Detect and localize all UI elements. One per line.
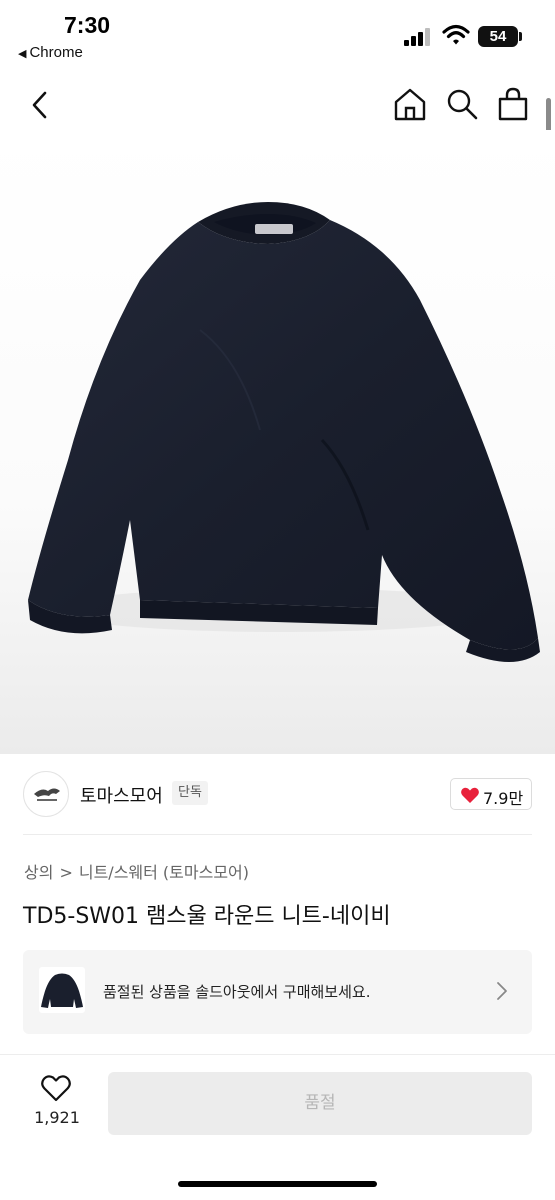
battery-icon: 54 <box>478 26 518 47</box>
brand-row: 토마스모어 단독 7.9만 <box>0 768 555 824</box>
heart-filled-icon <box>461 787 479 803</box>
sweater-thumbnail-image <box>41 973 83 1008</box>
status-bar: 7:30 ◀ Chrome 54 <box>0 0 555 72</box>
cellular-signal-icon <box>404 26 434 46</box>
sweater-illustration <box>28 202 540 662</box>
battery-tip <box>519 32 522 41</box>
soldout-buy-button[interactable]: 품절 <box>108 1072 532 1135</box>
search-icon[interactable] <box>444 86 480 122</box>
breadcrumb-subcategory[interactable]: 니트/스웨터 (토마스모어) <box>79 863 249 882</box>
soldout-banner[interactable]: 품절된 상품을 솔드아웃에서 구매해보세요. <box>23 950 532 1034</box>
chevron-left-icon[interactable] <box>26 88 56 122</box>
back-app-label: Chrome <box>29 44 83 61</box>
exclusive-badge: 단독 <box>172 781 208 805</box>
brand-logo[interactable] <box>23 771 69 817</box>
soldout-banner-text: 품절된 상품을 솔드아웃에서 구매해보세요. <box>103 983 371 1001</box>
wifi-icon <box>442 24 470 45</box>
home-icon[interactable] <box>392 86 428 122</box>
section-divider <box>23 834 532 835</box>
brand-logo-mark <box>34 788 60 801</box>
shopping-bag-icon[interactable] <box>496 86 530 122</box>
product-image[interactable] <box>0 130 555 754</box>
bottom-bar-divider <box>0 1054 555 1055</box>
brand-like-count: 7.9만 <box>483 789 524 808</box>
heart-outline-icon <box>41 1075 71 1102</box>
wishlist-button[interactable]: 1,921 <box>26 1072 88 1136</box>
back-to-app-link[interactable]: ◀ Chrome <box>18 44 83 61</box>
brand-name[interactable]: 토마스모어 <box>80 782 163 808</box>
chevron-right-icon <box>497 982 507 1000</box>
top-nav-bar <box>0 80 555 130</box>
soldout-thumbnail <box>39 967 85 1013</box>
product-title: TD5-SW01 램스울 라운드 니트-네이비 <box>23 904 391 929</box>
brand-like-button[interactable]: 7.9만 <box>450 778 532 810</box>
status-time: 7:30 <box>64 12 111 38</box>
home-indicator[interactable] <box>178 1181 377 1187</box>
wishlist-count: 1,921 <box>34 1108 80 1127</box>
breadcrumb-category[interactable]: 상의 <box>24 863 53 882</box>
breadcrumb: 상의 > 니트/스웨터 (토마스모어) <box>24 859 249 883</box>
breadcrumb-separator: > <box>59 863 73 882</box>
back-triangle-icon: ◀ <box>18 48 27 60</box>
